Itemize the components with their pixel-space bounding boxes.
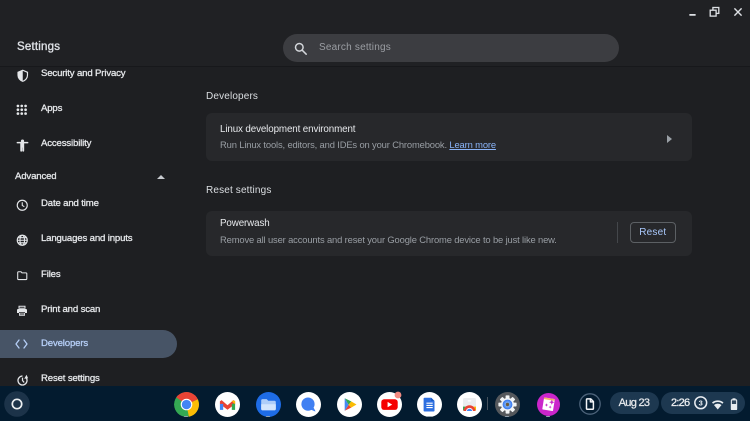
svg-text:3: 3 xyxy=(699,399,703,408)
